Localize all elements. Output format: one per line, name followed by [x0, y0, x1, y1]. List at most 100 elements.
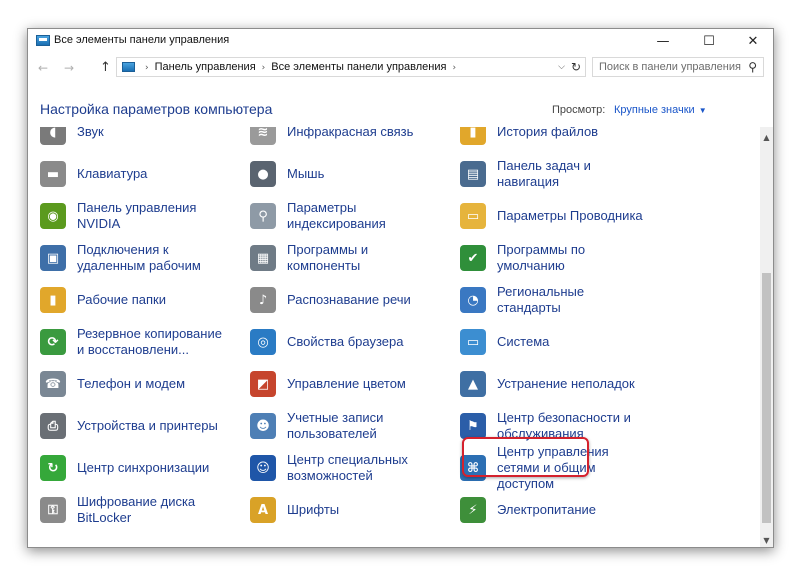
control-panel-item[interactable]: ● Мышь [238, 154, 438, 194]
phone-modem-icon: ☎ [40, 371, 66, 397]
control-panel-item-label: Панель управления NVIDIA [77, 200, 197, 231]
control-panel-item-label: Мышь [287, 166, 325, 181]
scroll-down-icon[interactable]: ▼ [760, 536, 773, 545]
window-title: Все элементы панели управления [54, 34, 230, 46]
control-panel-item[interactable]: ↻ Центр синхронизации [28, 448, 228, 488]
control-panel-item-label: Распознавание речи [287, 292, 411, 307]
breadcrumb-separator-icon[interactable]: › [452, 63, 456, 73]
vertical-scrollbar[interactable]: ▲ ▼ [760, 127, 773, 547]
control-panel-item[interactable]: ♪ Распознавание речи [238, 280, 438, 320]
control-panel-item-label: Свойства браузера [287, 334, 404, 349]
control-panel-item-label: Электропитание [497, 502, 596, 517]
view-by-label: Просмотр: [552, 104, 606, 116]
scroll-thumb[interactable] [762, 273, 771, 523]
control-panel-item[interactable]: ▮ История файлов [448, 127, 648, 152]
breadcrumb-control-panel[interactable]: Панель управления [155, 61, 256, 73]
breadcrumb-all-items[interactable]: Все элементы панели управления [271, 61, 446, 73]
control-panel-item-label: Телефон и модем [77, 376, 186, 391]
scroll-up-icon[interactable]: ▲ [760, 133, 773, 142]
control-panel-item[interactable]: ▣ Подключения к удаленным рабочим [28, 238, 228, 278]
bitlocker-icon: ⚿ [40, 497, 66, 523]
control-panel-item-label: Панель задач и навигация [497, 158, 591, 189]
control-panel-item-label: Параметры индексирования [287, 200, 386, 231]
control-panel-item[interactable]: ⚲ Параметры индексирования [238, 196, 438, 236]
control-panel-item[interactable]: ⎙ Устройства и принтеры [28, 406, 228, 446]
control-panel-item[interactable]: ▭ Параметры Проводника [448, 196, 648, 236]
control-panel-item-label: Учетные записи пользователей [287, 410, 384, 441]
control-panel-item[interactable]: ⚿ Шифрование диска BitLocker [28, 490, 228, 530]
mouse-icon: ● [250, 161, 276, 187]
control-panel-item-label: Устройства и принтеры [77, 418, 218, 433]
control-panel-item-label: Рабочие папки [77, 292, 166, 307]
breadcrumb: › Панель управления › Все элементы панели у… [139, 61, 462, 73]
close-button[interactable]: ✕ [731, 29, 773, 53]
backup-icon: ⟳ [40, 329, 66, 355]
control-panel-item-label: Управление цветом [287, 376, 406, 391]
taskbar-icon: ▤ [460, 161, 486, 187]
control-panel-item[interactable]: ⟳ Резервное копирование и восстановлени..… [28, 322, 228, 362]
control-panel-icon [36, 35, 50, 46]
search-input[interactable]: Поиск в панели управления ⚲ [592, 57, 764, 77]
control-panel-item[interactable]: ▬ Клавиатура [28, 154, 228, 194]
back-arrow-icon[interactable]: ← [38, 61, 48, 75]
title-bar: Все элементы панели управления — ☐ ✕ [28, 29, 773, 53]
color-management-icon: ◩ [250, 371, 276, 397]
maximize-button[interactable]: ☐ [687, 29, 731, 53]
default-programs-icon: ✔ [460, 245, 486, 271]
control-panel-icon [122, 62, 135, 72]
indexing-icon: ⚲ [250, 203, 276, 229]
forward-arrow-icon[interactable]: → [64, 61, 74, 75]
control-panel-item-label: Шифрование диска BitLocker [77, 494, 196, 525]
refresh-icon[interactable]: ↻ [571, 60, 581, 74]
programs-icon: ▦ [250, 245, 276, 271]
control-panel-item[interactable]: ▮ Рабочие папки [28, 280, 228, 320]
breadcrumb-separator-icon[interactable]: › [262, 63, 266, 73]
control-panel-item-label: Клавиатура [77, 166, 148, 181]
control-panel-item[interactable]: ▤ Панель задач и навигация [448, 154, 648, 194]
address-bar[interactable]: › Панель управления › Все элементы панели у… [116, 57, 586, 77]
control-panel-item[interactable]: A Шрифты [238, 490, 438, 530]
control-panel-item[interactable]: ◩ Управление цветом [238, 364, 438, 404]
internet-options-icon: ◎ [250, 329, 276, 355]
page-title: Настройка параметров компьютера [40, 101, 273, 117]
control-panel-item-label: Звук [77, 127, 104, 139]
sync-center-icon: ↻ [40, 455, 66, 481]
control-panel-item[interactable]: ☺ Центр специальных возможностей [238, 448, 438, 488]
control-panel-item-label: Центр синхронизации [77, 460, 210, 475]
control-panel-item[interactable]: ☎ Телефон и модем [28, 364, 228, 404]
control-panel-item[interactable]: ◎ Свойства браузера [238, 322, 438, 362]
control-panel-item[interactable]: ▲ Устранение неполадок [448, 364, 648, 404]
remote-desktop-icon: ▣ [40, 245, 66, 271]
microphone-icon: ♪ [250, 287, 276, 313]
user-accounts-icon: ☻ [250, 413, 276, 439]
control-panel-item[interactable]: ✔ Программы по умолчанию [448, 238, 648, 278]
control-panel-item[interactable]: ◉ Панель управления NVIDIA [28, 196, 228, 236]
infrared-icon: ≋ [250, 127, 276, 145]
control-panel-item-label: Центр специальных возможностей [287, 452, 408, 483]
control-panel-item[interactable]: ▦ Программы и компоненты [238, 238, 438, 278]
control-panel-item[interactable]: ☻ Учетные записи пользователей [238, 406, 438, 446]
up-arrow-icon[interactable]: ↑ [100, 60, 111, 75]
minimize-button[interactable]: — [641, 29, 685, 53]
address-dropdown-icon[interactable]: ⌵ [558, 62, 565, 72]
system-icon: ▭ [460, 329, 486, 355]
control-panel-item[interactable]: ◔ Региональные стандарты [448, 280, 648, 320]
accessibility-icon: ☺ [250, 455, 276, 481]
view-by-dropdown[interactable]: Крупные значки ▼ [614, 104, 707, 116]
power-options-icon: ⚡ [460, 497, 486, 523]
control-panel-item[interactable]: ▭ Система [448, 322, 648, 362]
work-folders-icon: ▮ [40, 287, 66, 313]
keyboard-icon: ▬ [40, 161, 66, 187]
devices-printers-icon: ⎙ [40, 413, 66, 439]
control-panel-item[interactable]: ◖ Звук [28, 127, 228, 152]
items-pane: ◖ Звук ≋ Инфракрасная связь ▮ История файлов ▬… [28, 127, 758, 547]
control-panel-item[interactable]: ⚡ Электропитание [448, 490, 648, 530]
file-history-icon: ▮ [460, 127, 486, 145]
control-panel-item-label: Инфракрасная связь [287, 127, 414, 139]
control-panel-item-label: Параметры Проводника [497, 208, 643, 223]
view-by-value: Крупные значки [614, 104, 695, 116]
breadcrumb-separator-icon[interactable]: › [145, 63, 149, 73]
speaker-icon: ◖ [40, 127, 66, 145]
search-icon[interactable]: ⚲ [748, 60, 757, 74]
control-panel-item[interactable]: ≋ Инфракрасная связь [238, 127, 438, 152]
